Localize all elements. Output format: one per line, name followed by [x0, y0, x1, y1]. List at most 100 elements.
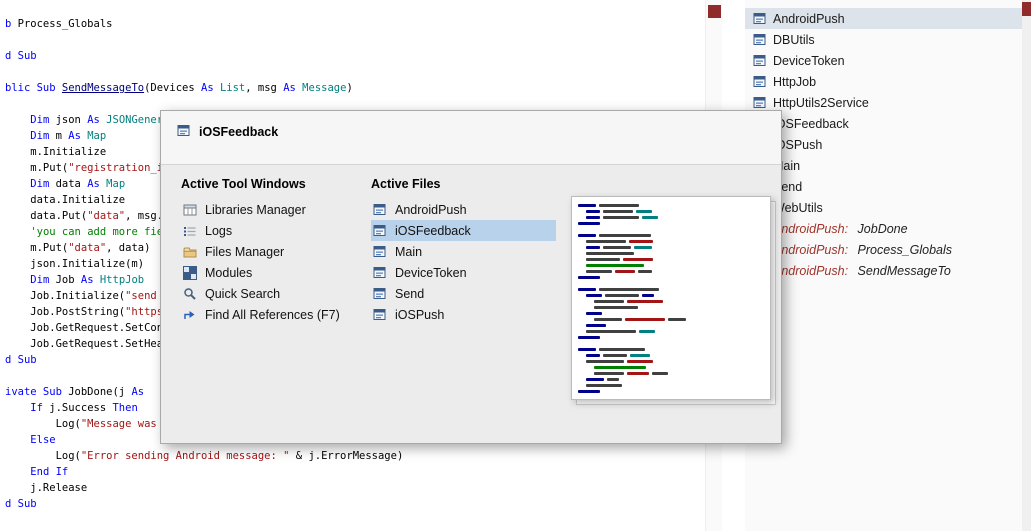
preview-code-line: [578, 324, 764, 327]
preview-code-line: [578, 342, 764, 345]
popup-title-icon-slot: [177, 124, 191, 143]
tool-window-item[interactable]: Find All References (F7): [181, 304, 356, 325]
active-file-item-label: DeviceToken: [395, 265, 467, 280]
module-member-label: SendMessageTo: [854, 263, 951, 278]
module-label: DBUtils: [773, 32, 815, 47]
app-root: b Process_Globals d Sub blic Sub SendMes…: [0, 0, 1031, 531]
active-file-item-label: iOSPush: [395, 307, 445, 322]
preview-code-line: [578, 222, 764, 225]
preview-code-line: [578, 288, 764, 291]
code-line: d Sub: [5, 50, 37, 62]
preview-code-line: [578, 300, 764, 303]
module-list-item[interactable]: AndroidPush: Process_Globals: [745, 239, 1022, 260]
code-preview-lines: [571, 196, 771, 400]
code-line: j.Release: [5, 482, 88, 494]
preview-code-line: [578, 384, 764, 387]
module-prefix-label: AndroidPush:: [773, 263, 849, 278]
active-file-item-label: iOSFeedback: [395, 223, 471, 238]
popup-title: iOSFeedback: [199, 125, 279, 139]
active-file-item[interactable]: DeviceToken: [371, 262, 556, 283]
preview-code-line: [578, 216, 764, 219]
references-icon: [184, 310, 195, 319]
logs-icon: [184, 226, 196, 236]
active-file-item[interactable]: iOSFeedback: [371, 220, 556, 241]
module-icon: [753, 96, 766, 108]
tool-window-item[interactable]: Modules: [181, 262, 356, 283]
module-list-item[interactable]: WebUtils: [745, 197, 1022, 218]
preview-code-line: [578, 282, 764, 285]
module-label: DeviceToken: [773, 53, 845, 68]
code-line: blic Sub SendMessageTo(Devices As List, …: [5, 82, 353, 94]
module-list-item[interactable]: iOSFeedback: [745, 113, 1022, 134]
modules-panel: AndroidPush DBUtils DeviceToken HttpJob Http…: [745, 0, 1022, 531]
popup-header: iOSFeedback: [161, 111, 781, 165]
tool-window-item-label: Modules: [205, 265, 253, 280]
tool-window-item-label: Logs: [205, 223, 233, 238]
module-label: iOSFeedback: [773, 116, 849, 131]
tool-window-item[interactable]: Logs: [181, 220, 356, 241]
module-icon: [177, 125, 190, 136]
tool-window-item[interactable]: Quick Search: [181, 283, 356, 304]
tool-window-item[interactable]: Libraries Manager: [181, 199, 356, 220]
preview-code-line: [578, 234, 764, 237]
module-list-item[interactable]: AndroidPush: [745, 8, 1022, 29]
module-label: HttpUtils2Service: [773, 95, 869, 110]
active-file-item[interactable]: iOSPush: [371, 304, 556, 325]
active-files-column: Active Files AndroidPush iOSFeedback Main D…: [371, 177, 556, 325]
active-files-list: AndroidPush iOSFeedback Main DeviceToken Sen…: [371, 199, 556, 325]
popup-body: Active Tool Windows Libraries Manager Log…: [161, 165, 781, 443]
preview-code-line: [578, 276, 764, 279]
preview-code-line: [578, 258, 764, 261]
preview-code-line: [578, 246, 764, 249]
panel-scrollbar-marker: [1022, 2, 1031, 16]
active-file-item-label: AndroidPush: [395, 202, 467, 217]
libraries-icon: [183, 204, 197, 215]
module-icon: [373, 203, 386, 215]
preview-code-line: [578, 270, 764, 273]
code-line: End If: [30, 466, 69, 478]
preview-code-line: [578, 366, 764, 369]
folder-icon: [183, 247, 197, 257]
active-file-item[interactable]: AndroidPush: [371, 199, 556, 220]
preview-code-line: [578, 264, 764, 267]
module-list-item[interactable]: Send: [745, 176, 1022, 197]
code-line: d Sub: [5, 498, 37, 510]
module-list-item[interactable]: HttpUtils2Service: [745, 92, 1022, 113]
active-file-item-label: Main: [395, 244, 423, 259]
preview-code-line: [578, 330, 764, 333]
preview-code-line: [578, 240, 764, 243]
module-list-item[interactable]: iOSPush: [745, 134, 1022, 155]
tool-window-item-label: Files Manager: [205, 244, 285, 259]
module-icon: [753, 54, 766, 66]
preview-code-line: [578, 360, 764, 363]
tool-window-item-label: Libraries Manager: [205, 202, 306, 217]
preview-code-line: [578, 252, 764, 255]
switcher-popup: iOSFeedback Active Tool Windows Librarie…: [160, 110, 782, 444]
active-file-item[interactable]: Send: [371, 283, 556, 304]
module-list-item[interactable]: HttpJob: [745, 71, 1022, 92]
module-list-item[interactable]: AndroidPush: JobDone: [745, 218, 1022, 239]
active-file-item[interactable]: Main: [371, 241, 556, 262]
modules-icon: [183, 265, 197, 280]
module-icon: [373, 224, 386, 236]
tool-window-item[interactable]: Files Manager: [181, 241, 356, 262]
module-icon: [373, 245, 386, 257]
preview-code-line: [578, 372, 764, 375]
active-file-item-label: Send: [395, 286, 425, 301]
preview-code-line: [578, 336, 764, 339]
module-list-item[interactable]: Main: [745, 155, 1022, 176]
tool-window-item-label: Quick Search: [205, 286, 281, 301]
module-list-item[interactable]: DeviceToken: [745, 50, 1022, 71]
panel-scrollbar[interactable]: [1022, 0, 1031, 531]
preview-code-line: [578, 312, 764, 315]
preview-code-line: [578, 354, 764, 357]
module-list-item[interactable]: DBUtils: [745, 29, 1022, 50]
code-line: b Process_Globals: [5, 18, 113, 30]
module-list-item[interactable]: AndroidPush: SendMessageTo: [745, 260, 1022, 281]
module-icon: [373, 287, 386, 299]
code-line: Log("Error sending Android message: " & …: [5, 450, 404, 462]
module-prefix-label: AndroidPush:: [773, 221, 849, 236]
tool-windows-list: Libraries Manager Logs Files Manager Module…: [181, 199, 356, 325]
preview-code-line: [578, 348, 764, 351]
module-member-label: Process_Globals: [854, 242, 953, 257]
